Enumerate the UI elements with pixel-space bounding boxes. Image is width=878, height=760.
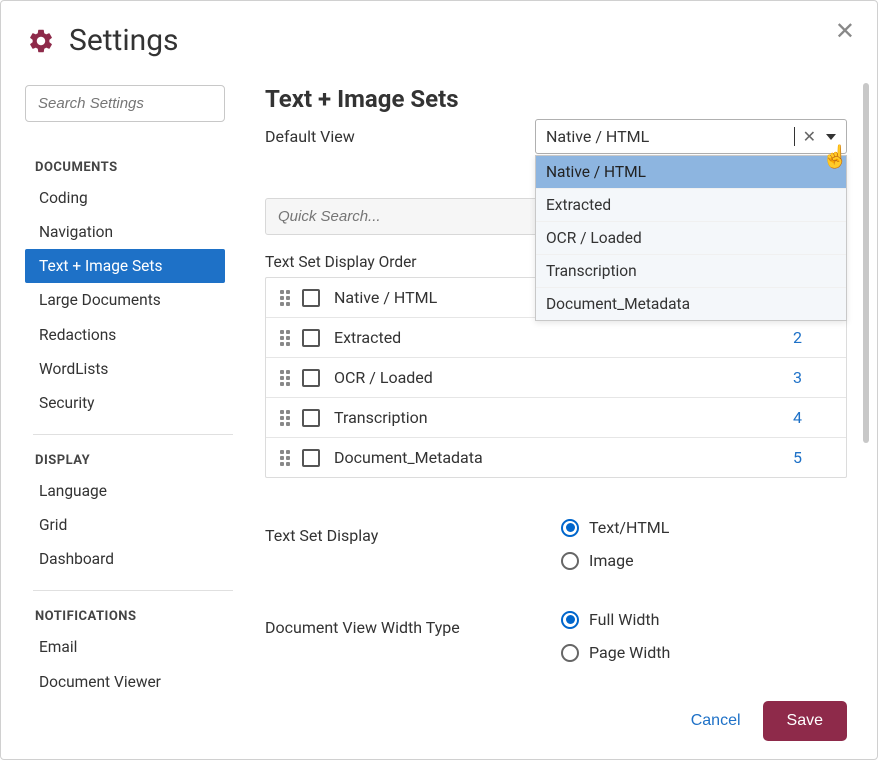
sidebar-item-dashboard[interactable]: Dashboard [25,542,251,576]
section-label: NOTIFICATIONS [35,609,251,624]
radio-icon [561,519,579,537]
order-row: Extracted2 [266,318,846,358]
settings-dialog: Settings ✕ DOCUMENTSCodingNavigationText… [0,0,878,760]
dropdown-option[interactable]: Extracted [536,189,846,222]
nav-list: LanguageGridDashboard [25,474,251,576]
default-view-combo[interactable]: Native / HTML ✕ [535,119,847,154]
dropdown-option[interactable]: Document_Metadata [536,288,846,320]
dropdown-option[interactable]: Native / HTML [536,156,846,189]
sidebar-item-large-documents[interactable]: Large Documents [25,283,251,317]
order-row: Document_Metadata5 [266,438,846,477]
cancel-button[interactable]: Cancel [691,712,741,730]
radio-option[interactable]: Full Width [561,610,670,629]
row-checkbox[interactable] [302,329,320,347]
sidebar-item-email[interactable]: Email [25,630,251,664]
row-label: Extracted [334,328,793,347]
sidebar-item-redactions[interactable]: Redactions [25,318,251,352]
radio-label: Full Width [589,610,659,629]
text-set-display-section: Text Set Display Text/HTML Image [265,518,847,570]
row-number: 2 [793,328,832,347]
row-checkbox[interactable] [302,409,320,427]
row-label: Document_Metadata [334,448,793,467]
section-label: DISPLAY [35,453,251,468]
default-view-value: Native / HTML [546,127,795,146]
dropdown-option[interactable]: OCR / Loaded [536,222,846,255]
page-title: Text + Image Sets [265,85,847,113]
dialog-title: Settings [69,23,179,58]
sidebar-sections: DOCUMENTS CodingNavigationText + Image Se… [25,160,251,699]
width-type-label: Document View Width Type [265,610,561,637]
radio-label: Page Width [589,643,670,662]
row-checkbox[interactable] [302,449,320,467]
drag-handle-icon[interactable] [280,370,290,386]
sidebar-item-navigation[interactable]: Navigation [25,215,251,249]
divider [33,590,233,591]
dialog-footer: Cancel Save [691,701,847,741]
row-number: 4 [793,408,832,427]
order-row: OCR / Loaded3 [266,358,846,398]
dialog-body: DOCUMENTSCodingNavigationText + Image Se… [1,71,877,759]
sidebar-item-coding[interactable]: Coding [25,181,251,215]
radio-label: Text/HTML [589,518,669,537]
radio-icon [561,611,579,629]
radio-option[interactable]: Text/HTML [561,518,669,537]
row-number: 3 [793,368,832,387]
order-row: Transcription4 [266,398,846,438]
sidebar-item-language[interactable]: Language [25,474,251,508]
row-checkbox[interactable] [302,289,320,307]
row-number: 5 [793,448,832,467]
text-set-display-label: Text Set Display [265,518,561,545]
sidebar-item-security[interactable]: Security [25,386,251,420]
radio-option[interactable]: Image [561,551,669,570]
drag-handle-icon[interactable] [280,290,290,306]
width-type-section: Document View Width Type Full Width Page … [265,610,847,662]
dropdown-option[interactable]: Transcription [536,255,846,288]
radio-label: Image [589,551,634,570]
radio-option[interactable]: Page Width [561,643,670,662]
width-type-group: Full Width Page Width [561,610,670,662]
sidebar-item-document-viewer[interactable]: Document Viewer [25,665,251,699]
sidebar-item-text-image-sets[interactable]: Text + Image Sets [25,249,225,283]
chevron-down-icon[interactable] [826,134,836,140]
default-view-label: Default View [265,127,535,146]
row-label: OCR / Loaded [334,368,793,387]
default-view-combo-wrap: Native / HTML ✕ ☝️ Native / HTMLExtracte… [535,119,847,154]
drag-handle-icon[interactable] [280,330,290,346]
radio-icon [561,644,579,662]
gear-icon [27,27,55,55]
combo-icons: ✕ [803,127,836,146]
sidebar-item-wordlists[interactable]: WordLists [25,352,251,386]
combo-clear-icon[interactable]: ✕ [803,127,816,146]
divider [33,434,233,435]
radio-icon [561,552,579,570]
dialog-header: Settings [1,1,877,70]
drag-handle-icon[interactable] [280,410,290,426]
main-panel: Text + Image Sets Default View Native / … [251,71,877,759]
drag-handle-icon[interactable] [280,450,290,466]
row-checkbox[interactable] [302,369,320,387]
row-label: Transcription [334,408,793,427]
search-settings-input[interactable] [25,85,225,122]
default-view-dropdown: Native / HTMLExtractedOCR / LoadedTransc… [535,155,847,321]
sidebar-item-grid[interactable]: Grid [25,508,251,542]
default-view-row: Default View Native / HTML ✕ ☝️ Native /… [265,119,847,154]
nav-list: CodingNavigationText + Image SetsLarge D… [25,181,251,420]
text-set-display-group: Text/HTML Image [561,518,669,570]
close-icon[interactable]: ✕ [835,19,855,43]
sidebar: DOCUMENTS CodingNavigationText + Image Se… [1,71,251,759]
section-label: DOCUMENTS [35,160,251,175]
nav-list: EmailDocument Viewer [25,630,251,698]
save-button[interactable]: Save [763,701,847,741]
